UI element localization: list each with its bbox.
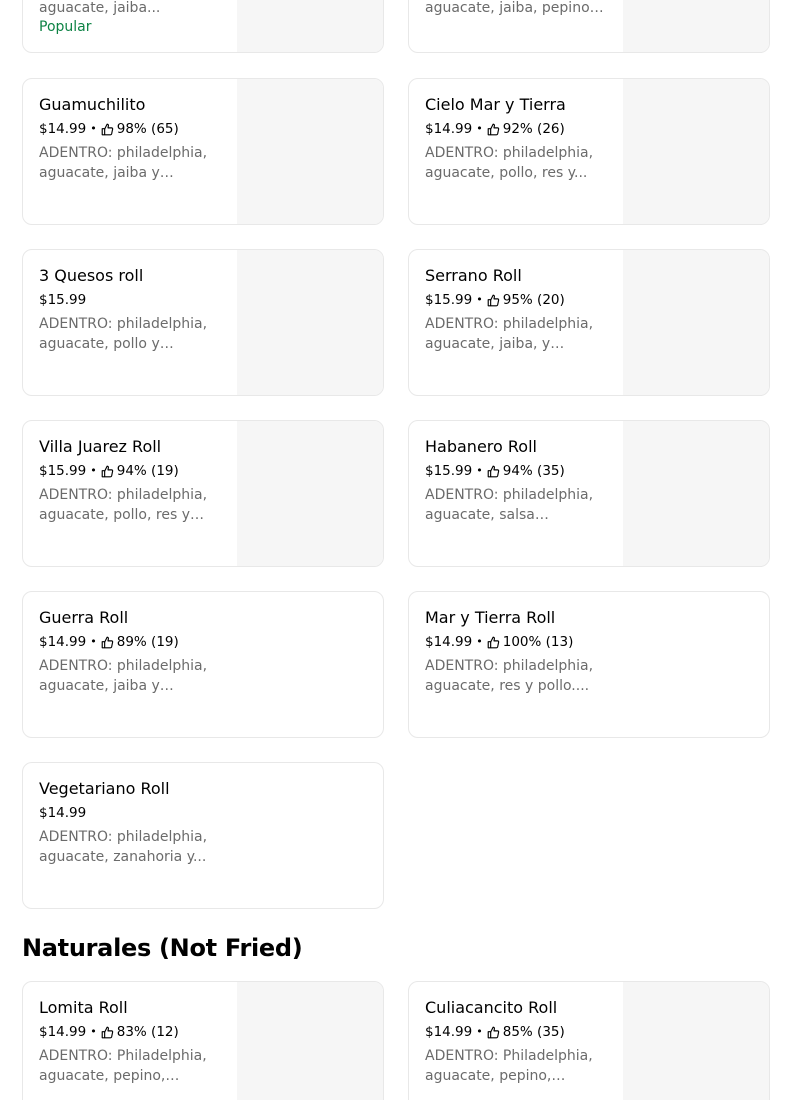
menu-item-habanero-roll[interactable]: Habanero Roll $15.99 • 94% (35) ADENTRO:… xyxy=(408,420,770,567)
menu-item-lomita-roll[interactable]: Lomita Roll $14.99 • 83% (12) ADENTRO: P… xyxy=(22,981,384,1100)
item-meta: $14.99 • 85% (35) xyxy=(425,1023,609,1041)
item-rating: 85% (35) xyxy=(502,1024,565,1040)
item-rating: 94% (35) xyxy=(502,463,565,479)
item-rating: 89% (19) xyxy=(116,634,179,650)
separator-dot: • xyxy=(90,1025,97,1038)
item-image xyxy=(623,982,769,1100)
item-name: Cielo Mar y Tierra xyxy=(425,95,566,114)
item-image xyxy=(623,79,769,224)
menu-item-3-quesos-roll[interactable]: 3 Quesos roll $15.99 ADENTRO: philadelph… xyxy=(22,249,384,396)
item-name: Lomita Roll xyxy=(39,998,128,1017)
item-price: $14.99 xyxy=(39,1024,87,1040)
item-description: aguacate, jaiba... xyxy=(39,0,161,16)
separator-dot: • xyxy=(90,635,97,648)
item-image xyxy=(237,79,383,224)
item-rating: 94% (19) xyxy=(116,463,179,479)
item-description: aguacate, jaiba, pepino y... xyxy=(425,0,590,16)
menu-item-card[interactable]: aguacate, jaiba, pepino y... xyxy=(408,0,770,53)
item-image xyxy=(237,0,383,52)
item-rating: 83% (12) xyxy=(116,1024,179,1040)
thumbs-up-icon xyxy=(487,636,500,649)
item-price: $15.99 xyxy=(425,292,473,308)
thumbs-up-icon xyxy=(487,294,500,307)
section-title: Naturales (Not Fried) xyxy=(22,934,303,962)
menu-item-serrano-roll[interactable]: Serrano Roll $15.99 • 95% (20) ADENTRO: … xyxy=(408,249,770,396)
item-description: ADENTRO: philadelphia, aguacate, jaiba y… xyxy=(39,145,208,181)
item-price: $14.99 xyxy=(425,121,473,137)
item-description: ADENTRO: philadelphia, aguacate, salsa h… xyxy=(425,487,594,523)
item-rating: 95% (20) xyxy=(502,292,565,308)
item-meta: $14.99 • 98% (65) xyxy=(39,120,223,138)
item-price: $14.99 xyxy=(425,1024,473,1040)
item-price: $15.99 xyxy=(425,463,473,479)
item-description: ADENTRO: philadelphia, aguacate, pollo, … xyxy=(39,487,208,523)
item-name: Guamuchilito xyxy=(39,95,146,114)
separator-dot: • xyxy=(476,122,483,135)
item-price: $14.99 xyxy=(425,634,473,650)
item-description: ADENTRO: Philadelphia, aguacate, pepino,… xyxy=(39,1048,207,1084)
thumbs-up-icon xyxy=(101,636,114,649)
item-image xyxy=(237,982,383,1100)
menu-item-culiacancito-roll[interactable]: Culiacancito Roll $14.99 • 85% (35) ADEN… xyxy=(408,981,770,1100)
item-image xyxy=(623,421,769,566)
separator-dot: • xyxy=(476,293,483,306)
item-rating: 98% (65) xyxy=(116,121,179,137)
thumbs-up-icon xyxy=(101,465,114,478)
separator-dot: • xyxy=(90,122,97,135)
item-image xyxy=(623,0,769,52)
thumbs-up-icon xyxy=(487,123,500,136)
menu-item-card[interactable]: aguacate, jaiba... Popular xyxy=(22,0,384,53)
menu-page: aguacate, jaiba... Popular aguacate, jai… xyxy=(0,0,804,1100)
thumbs-up-icon xyxy=(487,465,500,478)
separator-dot: • xyxy=(476,464,483,477)
item-description: ADENTRO: philadelphia, aguacate, zanahor… xyxy=(39,829,208,865)
item-meta: $15.99 xyxy=(39,291,223,309)
menu-item-villa-juarez-roll[interactable]: Villa Juarez Roll $15.99 • 94% (19) ADEN… xyxy=(22,420,384,567)
item-description: ADENTRO: philadelphia, aguacate, jaiba, … xyxy=(425,316,594,352)
item-price: $14.99 xyxy=(39,805,87,821)
item-name: Mar y Tierra Roll xyxy=(425,608,556,627)
menu-item-mar-y-tierra-roll[interactable]: Mar y Tierra Roll $14.99 • 100% (13) ADE… xyxy=(408,591,770,738)
item-name: Guerra Roll xyxy=(39,608,129,627)
item-image xyxy=(623,250,769,395)
separator-dot: • xyxy=(476,1025,483,1038)
menu-item-guamuchilito[interactable]: Guamuchilito $14.99 • 98% (65) ADENTRO: … xyxy=(22,78,384,225)
item-description: ADENTRO: philadelphia, aguacate, pollo y… xyxy=(39,316,208,352)
item-price: $14.99 xyxy=(39,634,87,650)
item-description: ADENTRO: philadelphia, aguacate, res y p… xyxy=(425,658,594,694)
thumbs-up-icon xyxy=(101,1026,114,1039)
separator-dot: • xyxy=(476,635,483,648)
item-description: ADENTRO: philadelphia, aguacate, pollo, … xyxy=(425,145,594,181)
item-name: Serrano Roll xyxy=(425,266,522,285)
item-rating: 92% (26) xyxy=(502,121,565,137)
item-meta: $15.99 • 94% (35) xyxy=(425,462,609,480)
item-price: $15.99 xyxy=(39,292,87,308)
thumbs-up-icon xyxy=(101,123,114,136)
menu-item-cielo-mar-y-tierra[interactable]: Cielo Mar y Tierra $14.99 • 92% (26) ADE… xyxy=(408,78,770,225)
item-meta: $15.99 • 94% (19) xyxy=(39,462,223,480)
item-image xyxy=(237,421,383,566)
item-description: ADENTRO: Philadelphia, aguacate, pepino,… xyxy=(425,1048,593,1084)
item-name: Vegetariano Roll xyxy=(39,779,170,798)
menu-item-vegetariano-roll[interactable]: Vegetariano Roll $14.99 ADENTRO: philade… xyxy=(22,762,384,909)
popular-badge: Popular xyxy=(39,19,92,35)
menu-item-guerra-roll[interactable]: Guerra Roll $14.99 • 89% (19) ADENTRO: p… xyxy=(22,591,384,738)
item-meta: $15.99 • 95% (20) xyxy=(425,291,609,309)
thumbs-up-icon xyxy=(487,1026,500,1039)
item-image xyxy=(237,250,383,395)
item-price: $15.99 xyxy=(39,463,87,479)
item-rating: 100% (13) xyxy=(502,634,574,650)
item-meta: $14.99 • 89% (19) xyxy=(39,633,369,651)
item-description: ADENTRO: philadelphia, aguacate, jaiba y… xyxy=(39,658,208,694)
item-name: Villa Juarez Roll xyxy=(39,437,162,456)
item-name: 3 Quesos roll xyxy=(39,266,144,285)
item-name: Habanero Roll xyxy=(425,437,537,456)
item-name: Culiacancito Roll xyxy=(425,998,558,1017)
item-meta: $14.99 • 92% (26) xyxy=(425,120,609,138)
item-price: $14.99 xyxy=(39,121,87,137)
separator-dot: • xyxy=(90,464,97,477)
item-meta: $14.99 xyxy=(39,804,369,822)
item-meta: $14.99 • 100% (13) xyxy=(425,633,755,651)
item-meta: $14.99 • 83% (12) xyxy=(39,1023,223,1041)
